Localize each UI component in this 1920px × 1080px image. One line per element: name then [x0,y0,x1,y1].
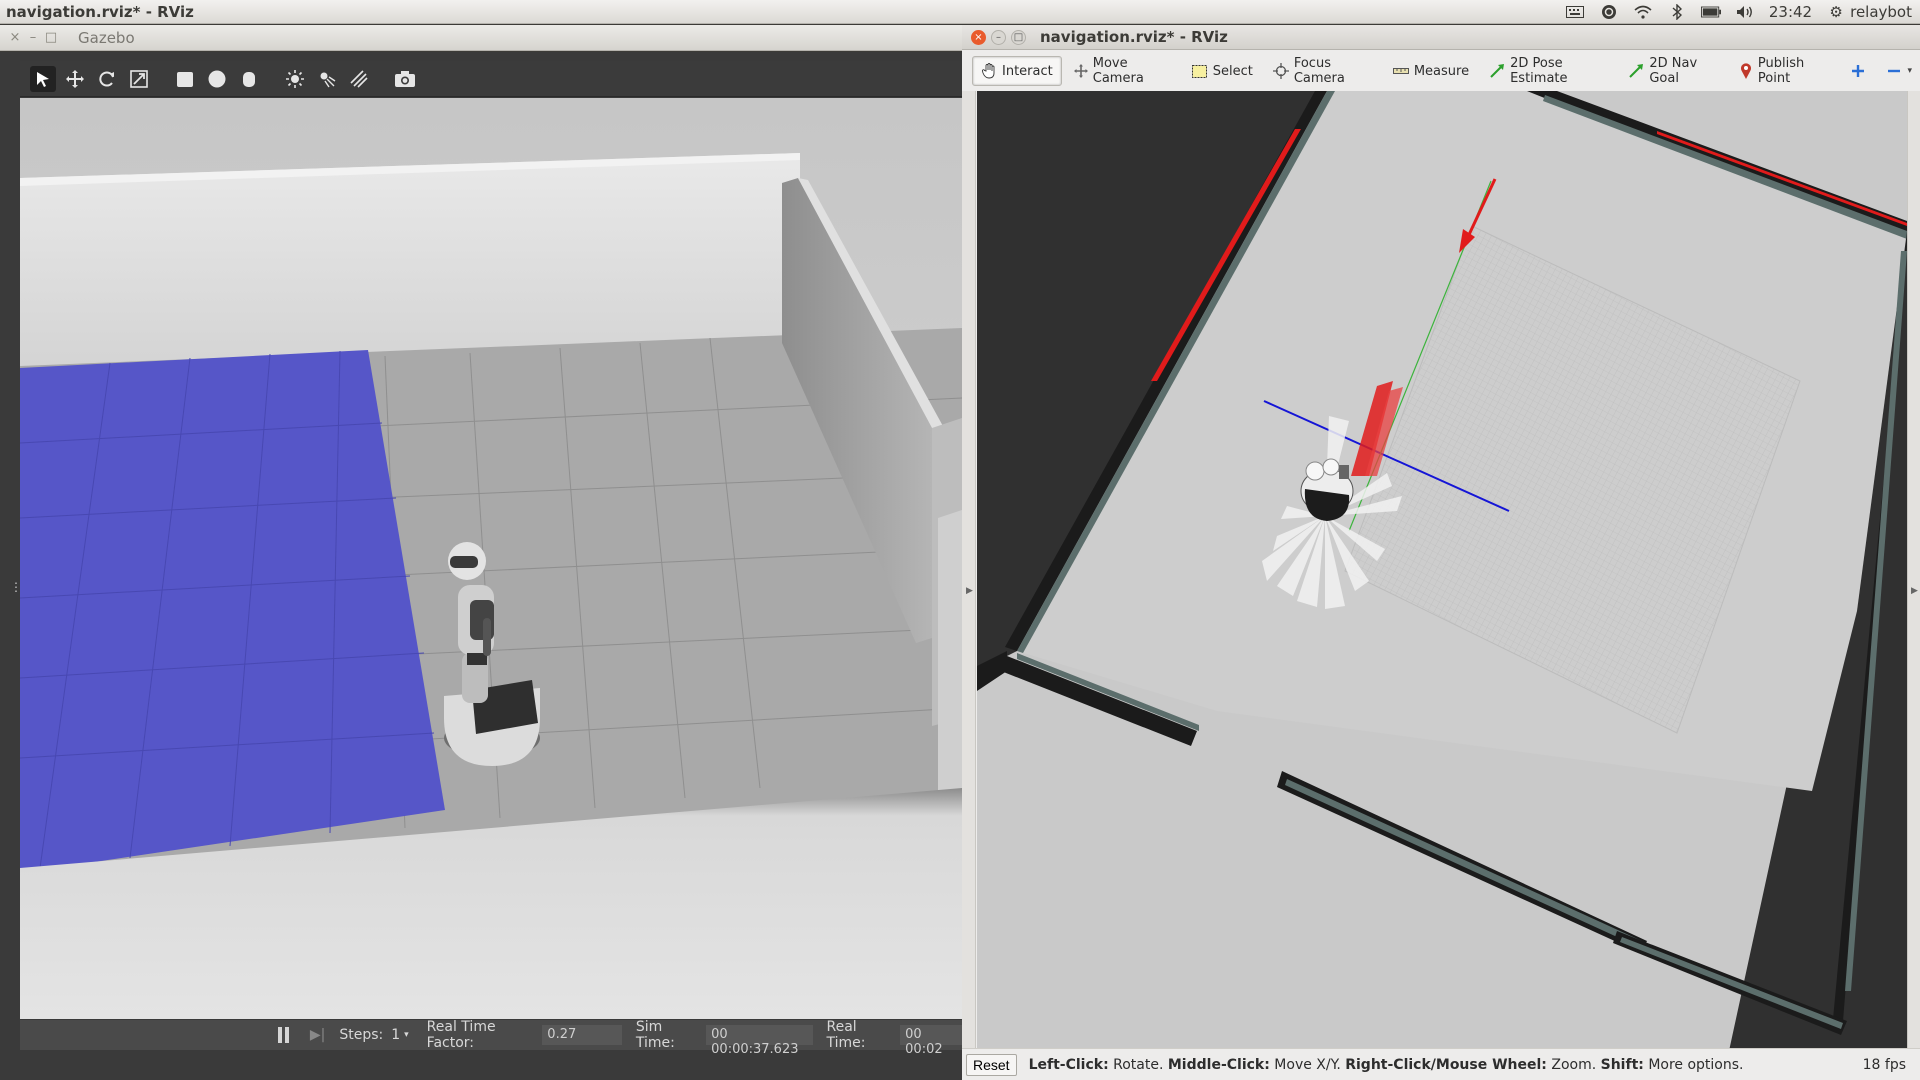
bluetooth-icon[interactable] [1667,3,1687,20]
left-dock-handle[interactable]: ▶ [962,91,976,1074]
sim-time-label: Sim Time: [635,1019,675,1051]
system-tray: 23:42 ⚙ relaybot [1565,3,1920,21]
tool-label: 2D Nav Goal [1649,56,1698,86]
help-action: More options. [1648,1056,1744,1073]
user-name: relaybot [1850,2,1912,21]
tool-label: Focus Camera [1293,56,1345,86]
green-arrow-icon [1628,63,1644,79]
help-action: Rotate. [1113,1056,1164,1073]
reset-button[interactable]: Reset [966,1053,1017,1076]
wifi-icon[interactable] [1633,4,1653,20]
sync-icon[interactable] [1599,4,1619,20]
tool-2d-pose-estimate[interactable]: 2D Pose Estimate [1481,56,1616,86]
close-icon[interactable]: × [971,29,986,45]
plus-icon [1850,63,1866,79]
top-panel: navigation.rviz* - RViz 23:42 ⚙ relaybot [0,0,1920,24]
remove-tool-button[interactable]: ▾ [1878,56,1920,86]
tool-measure[interactable]: Measure [1385,56,1477,86]
rviz-titlebar: × – □ navigation.rviz* - RViz [962,25,1920,50]
gazebo-title: Gazebo [78,28,135,47]
rviz-title: navigation.rviz* - RViz [1040,28,1228,46]
directional-light-icon[interactable] [346,66,372,92]
help-key: Right-Click/Mouse Wheel: [1345,1056,1547,1073]
tool-label: Interact [1002,63,1053,79]
gazebo-titlebar: × – □ Gazebo [0,25,962,51]
chevron-right-icon: ▶ [966,586,973,596]
gear-icon: ⚙ [1829,2,1843,21]
move-camera-icon [1073,63,1088,79]
fps-counter: 18 fps [1862,1056,1906,1073]
spot-light-icon[interactable] [314,66,340,92]
rtf-value: 0.27 [542,1025,622,1045]
minus-icon [1886,63,1902,79]
tool-publish-point[interactable]: Publish Point [1731,56,1839,86]
battery-icon[interactable] [1700,4,1721,20]
chevron-down-icon: ▾ [1907,66,1912,76]
help-text: Left-Click: Rotate. Middle-Click: Move X… [1029,1057,1863,1073]
select-box-icon [1192,63,1208,79]
tool-label: Select [1212,63,1253,79]
active-window-title: navigation.rviz* - RViz [6,2,194,21]
real-time-value: 00 00:02 [900,1025,963,1057]
sphere-icon[interactable] [204,66,230,92]
steps-value: 1 [391,1027,401,1043]
tool-2d-nav-goal[interactable]: 2D Nav Goal [1620,56,1727,86]
cylinder-icon[interactable] [236,66,262,92]
hand-icon [981,63,997,79]
box-icon[interactable] [172,66,198,92]
right-dock-handle[interactable]: ▶ [1907,91,1920,1074]
maximize-icon[interactable]: □ [1011,29,1026,45]
help-key: Left-Click: [1028,1056,1109,1073]
focus-camera-icon [1272,63,1289,79]
panel-handle[interactable]: ⋮ [10,580,22,594]
help-key: Shift: [1600,1056,1644,1073]
help-action: Zoom. [1551,1056,1597,1073]
ruler-icon [1392,63,1409,79]
chevron-right-icon: ▶ [1911,586,1918,596]
rtf-label: Real Time Factor: [426,1019,496,1051]
select-arrow-icon[interactable] [30,65,56,92]
tool-label: 2D Pose Estimate [1510,56,1568,86]
steps-spinner[interactable]: 1 ▾ [391,1027,408,1043]
volume-icon[interactable] [1735,4,1755,20]
tool-select[interactable]: Select [1184,56,1261,86]
rviz-3d-viewport[interactable] [977,91,1907,1074]
scale-icon[interactable] [126,66,152,92]
help-key: Middle-Click: [1167,1056,1270,1073]
tool-interact[interactable]: Interact [972,56,1062,86]
tool-focus-camera[interactable]: Focus Camera [1265,56,1381,86]
steps-label: Steps: [339,1027,384,1043]
real-time-label: Real Time: [826,1019,866,1051]
tool-move-camera[interactable]: Move Camera [1066,56,1180,86]
gazebo-window: × – □ Gazebo ⋮ [0,25,963,1080]
sim-time-value: 00 00:00:37.623 [706,1025,813,1057]
map-pin-icon [1739,63,1753,79]
step-icon[interactable]: ▶| [310,1027,325,1043]
chevron-down-icon: ▾ [404,1030,409,1040]
translate-icon[interactable] [62,66,88,92]
pause-button[interactable] [278,1027,296,1043]
rviz-window: × – □ navigation.rviz* - RViz Interact M… [962,25,1920,1080]
maximize-icon[interactable]: □ [42,30,60,45]
tool-label: Move Camera [1092,56,1144,86]
rotate-icon[interactable] [94,66,120,92]
gazebo-toolbar [20,61,962,97]
gazebo-statusbar: ▶| Steps: 1 ▾ Real Time Factor: 0.27 Sim… [20,1019,963,1057]
screenshot-icon[interactable] [392,66,418,92]
minimize-icon[interactable]: – [24,30,42,45]
user-menu[interactable]: ⚙ relaybot [1826,3,1912,21]
rviz-toolbar: Interact Move Camera Select Focus Camera… [962,51,1920,91]
point-light-icon[interactable] [282,66,308,92]
add-tool-button[interactable] [1842,56,1874,86]
help-action: Move X/Y. [1274,1056,1341,1073]
close-icon[interactable]: × [6,30,24,45]
gazebo-3d-viewport[interactable] [20,98,962,1019]
keyboard-icon[interactable] [1565,4,1585,20]
minimize-icon[interactable]: – [991,29,1006,45]
tool-label: Publish Point [1757,56,1805,86]
green-arrow-icon [1489,63,1505,79]
tool-label: Measure [1413,63,1470,79]
rviz-statusbar: Reset Left-Click: Rotate. Middle-Click: … [962,1048,1920,1080]
clock[interactable]: 23:42 [1769,3,1812,21]
